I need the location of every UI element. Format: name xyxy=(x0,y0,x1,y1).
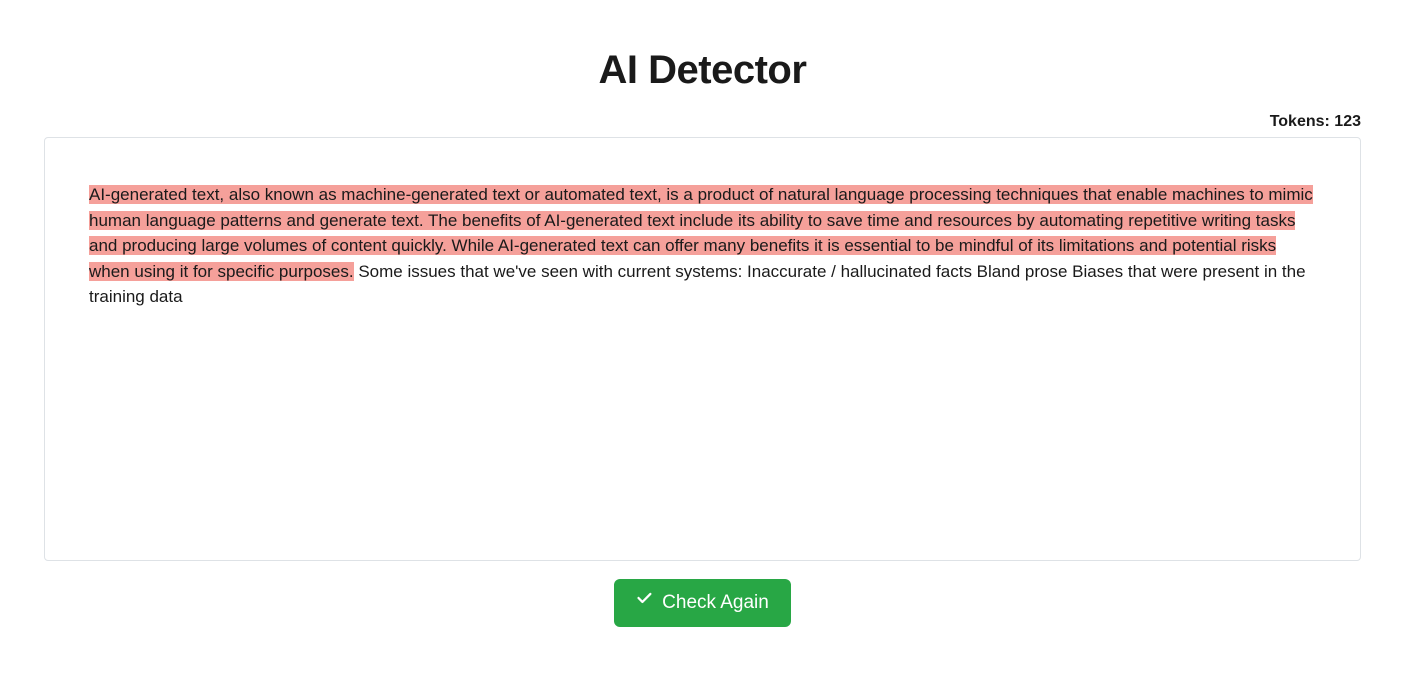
result-box: AI-generated text, also known as machine… xyxy=(44,137,1361,561)
result-text: AI-generated text, also known as machine… xyxy=(89,182,1316,310)
tokens-value: 123 xyxy=(1334,113,1361,130)
tokens-counter: Tokens: 123 xyxy=(44,113,1361,131)
check-icon xyxy=(636,591,654,615)
tokens-label: Tokens: xyxy=(1270,113,1330,130)
page-title: AI Detector xyxy=(44,48,1361,93)
check-again-button[interactable]: Check Again xyxy=(614,579,791,627)
check-again-label: Check Again xyxy=(662,592,769,614)
